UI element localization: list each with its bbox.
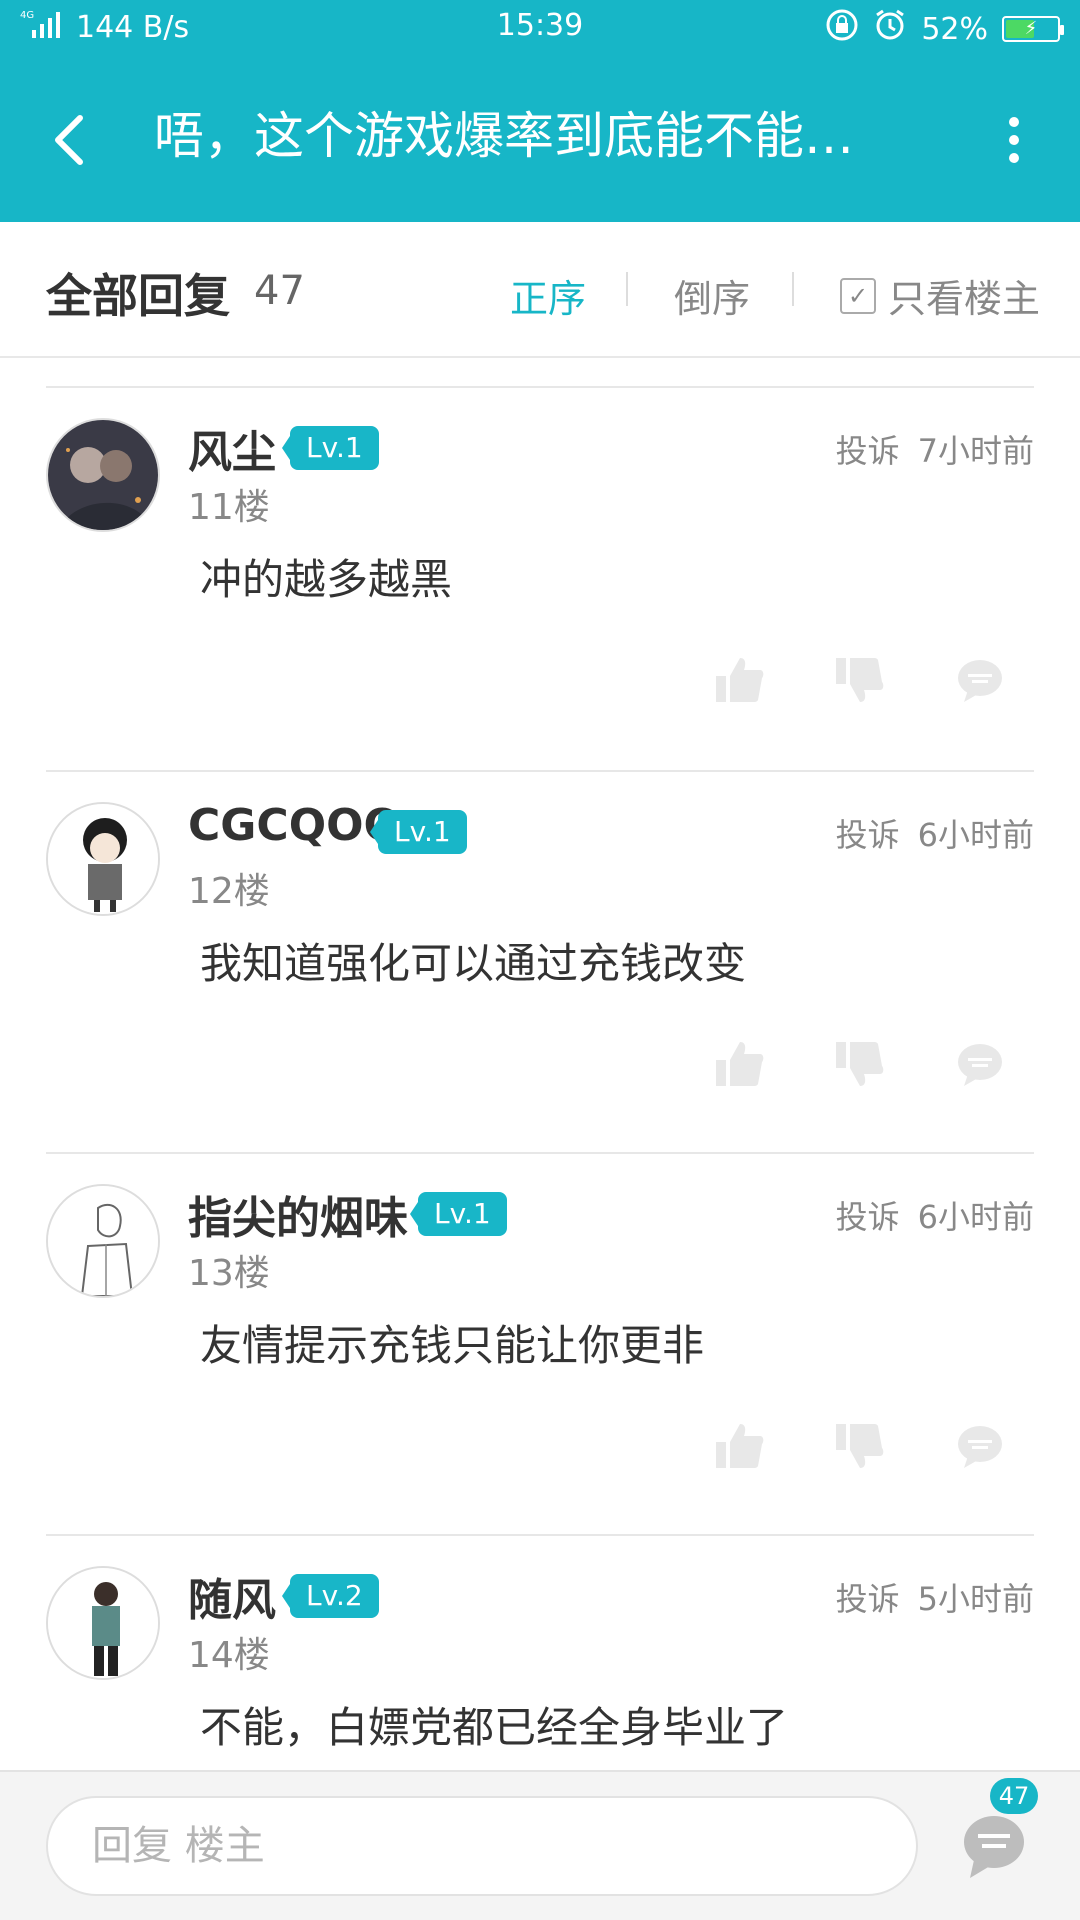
- reply-item: 风尘 Lv.1 11楼 投诉 7小时前 冲的越多越黑: [0, 386, 1080, 766]
- reply-meta: 投诉 6小时前: [836, 810, 1034, 856]
- comment-button[interactable]: [950, 650, 1010, 710]
- avatar[interactable]: [46, 802, 160, 916]
- checkbox-icon[interactable]: ✓: [840, 277, 876, 314]
- level-badge: Lv.1: [282, 426, 379, 470]
- dislike-button[interactable]: [830, 1416, 890, 1476]
- report-link[interactable]: 投诉: [836, 810, 900, 856]
- bottom-bar: 回复 楼主 47: [0, 1770, 1080, 1920]
- dislike-button[interactable]: [830, 650, 890, 710]
- thumbs-down-icon: [836, 1424, 884, 1468]
- sort-ascending-tab[interactable]: 正序: [510, 268, 586, 323]
- comment-button[interactable]: [950, 1416, 1010, 1476]
- level-badge: Lv.1: [410, 1192, 507, 1236]
- reply-item: CGCQOO Lv.1 12楼 投诉 6小时前 我知道强化可以通过充钱改变: [0, 770, 1080, 1150]
- level-badge: Lv.2: [282, 1574, 379, 1618]
- thumbs-up-icon: [716, 658, 764, 702]
- thumbs-up-icon: [716, 1042, 764, 1086]
- reply-time: 7小时前: [917, 432, 1034, 470]
- comment-bubble-icon: [964, 1816, 1024, 1878]
- like-button[interactable]: [710, 1416, 770, 1476]
- like-button[interactable]: [710, 1034, 770, 1094]
- more-menu-button[interactable]: [984, 110, 1044, 170]
- battery-percent: 52%: [921, 11, 988, 47]
- comment-button[interactable]: [950, 1034, 1010, 1094]
- report-link[interactable]: 投诉: [836, 1574, 900, 1620]
- reply-actions: [710, 650, 1010, 710]
- divider: [626, 272, 628, 306]
- floor-number: 11楼: [188, 487, 270, 528]
- divider: [792, 272, 794, 306]
- username[interactable]: 指尖的烟味: [188, 1182, 408, 1246]
- battery-icon: ⚡: [1002, 16, 1064, 42]
- comment-icon: [958, 1426, 1002, 1468]
- like-button[interactable]: [710, 650, 770, 710]
- level-badge: Lv.1: [370, 810, 467, 854]
- comment-icon: [958, 1044, 1002, 1086]
- reply-actions: [710, 1034, 1010, 1094]
- sort-descending-tab[interactable]: 倒序: [674, 268, 750, 323]
- chevron-left-icon: [55, 115, 83, 165]
- reply-content: 友情提示充钱只能让你更非: [200, 1321, 705, 1370]
- thumbs-down-icon: [836, 658, 884, 702]
- dot-icon: [1009, 153, 1019, 163]
- reply-item: 指尖的烟味 Lv.1 13楼 投诉 6小时前 友情提示充钱只能让你更非: [0, 1152, 1080, 1532]
- replies-header: 全部回复 47 正序 倒序 ✓ 只看楼主: [0, 222, 1080, 358]
- username[interactable]: 风尘: [188, 416, 276, 480]
- thumbs-down-icon: [836, 1042, 884, 1086]
- dot-icon: [1009, 117, 1019, 127]
- reply-content: 冲的越多越黑: [200, 555, 453, 604]
- comment-count-badge: 47: [990, 1778, 1038, 1814]
- only-op-toggle[interactable]: ✓ 只看楼主: [840, 268, 1040, 323]
- reply-time: 5小时前: [917, 1580, 1034, 1618]
- only-op-label: 只看楼主: [888, 277, 1041, 321]
- dot-icon: [1009, 135, 1019, 145]
- floor-number: 12楼: [188, 871, 270, 912]
- avatar[interactable]: [46, 1184, 160, 1298]
- reply-item: 随风 Lv.2 14楼 投诉 5小时前 不能，白嫖党都已经全身毕业了: [0, 1534, 1080, 1770]
- title-bar: 唔，这个游戏爆率到底能不能…: [0, 84, 1080, 194]
- reply-input[interactable]: 回复 楼主: [46, 1796, 918, 1896]
- reply-meta: 投诉 7小时前: [836, 426, 1034, 472]
- reply-content: 我知道强化可以通过充钱改变: [200, 939, 747, 988]
- thumbs-up-icon: [716, 1424, 764, 1468]
- reply-time: 6小时前: [917, 1198, 1034, 1236]
- status-right: 52% ⚡: [825, 8, 1064, 50]
- status-bar: 4G 144 B/s 15:39 52% ⚡: [0, 0, 1080, 56]
- reply-meta: 投诉 6小时前: [836, 1192, 1034, 1238]
- username[interactable]: 随风: [188, 1564, 276, 1628]
- replies-title: 全部回复: [46, 269, 230, 323]
- floor-number: 13楼: [188, 1253, 270, 1294]
- back-button[interactable]: [40, 110, 100, 170]
- reply-actions: [710, 1416, 1010, 1476]
- report-link[interactable]: 投诉: [836, 426, 900, 472]
- comments-button[interactable]: 47: [954, 1778, 1038, 1886]
- top-bar: 4G 144 B/s 15:39 52% ⚡ 唔，这个游戏爆率到底能不能…: [0, 0, 1080, 222]
- replies-count: 47: [254, 268, 305, 314]
- reply-meta: 投诉 5小时前: [836, 1574, 1034, 1620]
- avatar[interactable]: [46, 1566, 160, 1680]
- floor-number: 14楼: [188, 1635, 270, 1676]
- page-title: 唔，这个游戏爆率到底能不能…: [154, 107, 854, 165]
- avatar[interactable]: [46, 418, 160, 532]
- username[interactable]: CGCQOO: [188, 800, 401, 851]
- report-link[interactable]: 投诉: [836, 1192, 900, 1238]
- alarm-icon: [873, 8, 907, 50]
- reply-content: 不能，白嫖党都已经全身毕业了: [200, 1703, 789, 1752]
- lock-rotate-icon: [825, 8, 859, 50]
- reply-time: 6小时前: [917, 816, 1034, 854]
- comment-icon: [958, 660, 1002, 702]
- dislike-button[interactable]: [830, 1034, 890, 1094]
